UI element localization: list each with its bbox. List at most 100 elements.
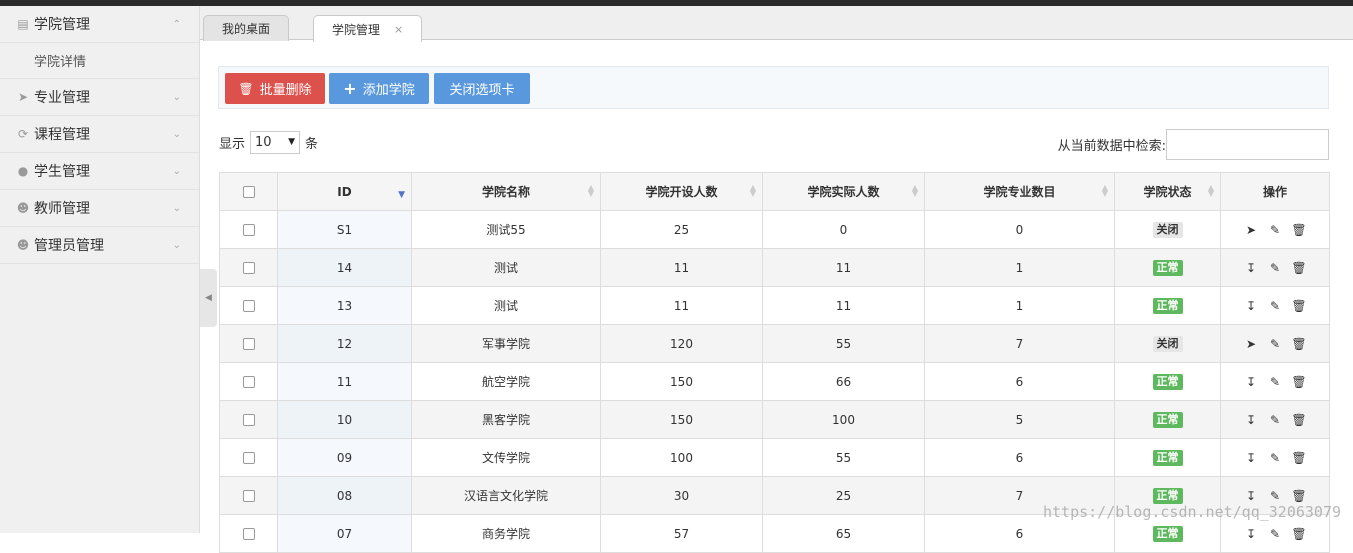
table-row: 14 测试 11 11 1 正常 ↧ ✎ 🗑 [219, 248, 1330, 287]
download-icon[interactable]: ↧ [1244, 527, 1258, 541]
table-row: 10 黑客学院 150 100 5 正常 ↧ ✎ 🗑 [219, 400, 1330, 439]
select-cell [219, 476, 278, 515]
status-cell: 正常 [1114, 362, 1221, 401]
sidebar-item-admin[interactable]: ☻ 管理员管理 ⌄ [0, 227, 199, 264]
majors-cell: 7 [924, 324, 1115, 363]
edit-icon[interactable]: ✎ [1268, 337, 1282, 351]
row-checkbox[interactable] [242, 414, 255, 426]
add-college-button[interactable]: + 添加学院 [329, 73, 429, 104]
edit-icon[interactable]: ✎ [1268, 223, 1282, 237]
row-checkbox[interactable] [242, 376, 255, 388]
close-icon[interactable]: × [394, 23, 403, 36]
row-checkbox[interactable] [242, 528, 255, 540]
planned-cell: 100 [600, 438, 763, 477]
row-checkbox[interactable] [242, 300, 255, 312]
trash-icon[interactable]: 🗑 [1291, 375, 1306, 389]
edit-icon[interactable]: ✎ [1268, 489, 1282, 503]
name-cell: 测试 [411, 286, 601, 325]
name-cell: 测试 [411, 248, 601, 287]
table-row: 12 军事学院 120 55 7 关闭 ➤ ✎ 🗑 [219, 324, 1330, 363]
trash-icon[interactable]: 🗑 [1291, 223, 1306, 237]
column-header-majors[interactable]: 学院专业数目 ▲ ▼ [924, 172, 1115, 211]
refresh-icon: ⟳ [17, 127, 29, 141]
select-cell [219, 438, 278, 477]
column-header-actions: 操作 [1220, 172, 1330, 211]
sort-icon: ▲ ▼ [1207, 183, 1214, 198]
row-checkbox[interactable] [242, 224, 255, 236]
id-cell: 10 [277, 400, 412, 439]
majors-cell: 1 [924, 248, 1115, 287]
download-icon[interactable]: ↧ [1244, 261, 1258, 275]
caret-left-icon: ◀ [205, 293, 212, 303]
tab-desktop[interactable]: 我的桌面 [203, 15, 290, 41]
trash-icon[interactable]: 🗑 [1291, 451, 1306, 465]
sidebar-item-major[interactable]: ➤ 专业管理 ⌄ [0, 79, 199, 116]
trash-icon[interactable]: 🗑 [1291, 413, 1306, 427]
planned-cell: 150 [600, 400, 763, 439]
name-cell: 黑客学院 [411, 400, 601, 439]
sidebar: ▤ 学院管理 ⌃ 学院详情 ➤ 专业管理 ⌄ ⟳ 课程管理 ⌄ ● 学生管理 ⌄… [0, 6, 200, 533]
column-header-actual[interactable]: 学院实际人数 ▲ ▼ [762, 172, 925, 211]
search-input[interactable] [1166, 129, 1329, 160]
edit-icon[interactable]: ✎ [1268, 261, 1282, 275]
sort-desc-icon: ▼ [398, 190, 405, 200]
row-checkbox[interactable] [242, 262, 255, 274]
actions-cell: ↧ ✎ 🗑 [1220, 248, 1330, 287]
table-row: 13 测试 11 11 1 正常 ↧ ✎ 🗑 [219, 286, 1330, 325]
actual-cell: 100 [762, 400, 925, 439]
status-badge: 正常 [1152, 411, 1183, 428]
page-length-select[interactable]: 10 ▼ [250, 130, 301, 154]
length-prefix: 显示 [219, 136, 246, 152]
sidebar-collapse-handle[interactable]: ◀ [200, 269, 217, 327]
column-header-name[interactable]: 学院名称 ▲ ▼ [411, 172, 601, 211]
paper-plane-icon[interactable]: ➤ [1244, 223, 1258, 237]
sidebar-item-student[interactable]: ● 学生管理 ⌄ [0, 153, 199, 190]
edit-icon[interactable]: ✎ [1268, 375, 1282, 389]
status-badge: 正常 [1152, 449, 1183, 466]
actions-cell: ↧ ✎ 🗑 [1220, 400, 1330, 439]
length-suffix: 条 [305, 136, 319, 152]
sidebar-subitem-college-detail[interactable]: 学院详情 [0, 43, 199, 79]
sidebar-item-teacher[interactable]: ☻ 教师管理 ⌄ [0, 190, 199, 227]
row-checkbox[interactable] [242, 338, 255, 350]
edit-icon[interactable]: ✎ [1268, 527, 1282, 541]
column-header-id[interactable]: ID ▼ [277, 172, 412, 211]
row-checkbox[interactable] [242, 452, 255, 464]
sort-icon: ▲ ▼ [911, 183, 918, 198]
download-icon[interactable]: ↧ [1244, 489, 1258, 503]
download-icon[interactable]: ↧ [1244, 299, 1258, 313]
download-icon[interactable]: ↧ [1244, 451, 1258, 465]
sidebar-item-course[interactable]: ⟳ 课程管理 ⌄ [0, 116, 199, 153]
majors-cell: 1 [924, 286, 1115, 325]
trash-icon[interactable]: 🗑 [1291, 489, 1306, 503]
batch-delete-button[interactable]: 🗑 批量删除 [225, 73, 325, 104]
building-icon: ▤ [17, 17, 29, 31]
edit-icon[interactable]: ✎ [1268, 451, 1282, 465]
tab-college-management[interactable]: 学院管理 × [313, 15, 423, 42]
select-cell [219, 514, 278, 553]
select-all-checkbox[interactable] [242, 186, 255, 198]
edit-icon[interactable]: ✎ [1268, 299, 1282, 313]
row-checkbox[interactable] [242, 490, 255, 502]
column-header-planned[interactable]: 学院开设人数 ▲ ▼ [600, 172, 763, 211]
download-icon[interactable]: ↧ [1244, 413, 1258, 427]
trash-icon[interactable]: 🗑 [1291, 527, 1306, 541]
user-solid-icon: ☻ [16, 238, 30, 252]
name-cell: 汉语言文化学院 [411, 476, 601, 515]
column-header-status[interactable]: 学院状态 ▲ ▼ [1114, 172, 1221, 211]
status-badge: 正常 [1152, 373, 1183, 390]
trash-icon[interactable]: 🗑 [1291, 299, 1306, 313]
trash-icon[interactable]: 🗑 [1291, 337, 1306, 351]
sidebar-item-college[interactable]: ▤ 学院管理 ⌃ [0, 6, 199, 43]
trash-icon[interactable]: 🗑 [1291, 261, 1306, 275]
status-cell: 关闭 [1114, 210, 1221, 249]
name-cell: 航空学院 [411, 362, 601, 401]
download-icon[interactable]: ↧ [1244, 375, 1258, 389]
close-tab-button[interactable]: 关闭选项卡 [434, 73, 530, 104]
edit-icon[interactable]: ✎ [1268, 413, 1282, 427]
paper-plane-icon[interactable]: ➤ [1244, 337, 1258, 351]
select-cell [219, 210, 278, 249]
actual-cell: 25 [762, 476, 925, 515]
action-toolbar: 🗑 批量删除 + 添加学院 关闭选项卡 [218, 66, 1329, 109]
sidebar-item-label: 课程管理 [34, 127, 90, 143]
